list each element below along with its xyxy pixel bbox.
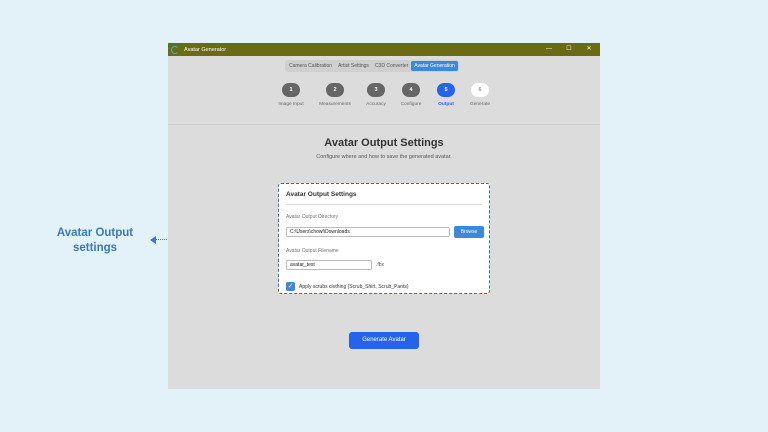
- output-filename-label: Avatar Output Filename: [286, 248, 339, 254]
- step-measurements[interactable]: 2 Measurements: [318, 83, 352, 107]
- step-label: Configure: [400, 102, 422, 107]
- app-window: Avatar Generator — ☐ ✕ Camera Calibratio…: [168, 43, 600, 389]
- annotation-label: Avatar Output settings: [52, 226, 138, 256]
- maximize-button[interactable]: ☐: [560, 43, 578, 56]
- card-divider: [286, 204, 482, 205]
- step-configure[interactable]: 4 Configure: [394, 83, 428, 107]
- app-logo-icon: [171, 45, 179, 54]
- step-number: 3: [367, 83, 385, 97]
- output-directory-label: Avatar Output Directory: [286, 214, 339, 220]
- page-subtitle: Configure where and how to save the gene…: [316, 154, 452, 160]
- step-accuracy[interactable]: 3 Accuracy: [359, 83, 393, 107]
- browse-button[interactable]: Browse: [454, 226, 484, 238]
- step-label: Accuracy: [366, 102, 386, 107]
- file-extension-label: .fbx: [376, 262, 385, 268]
- output-settings-card: Avatar Output Settings Avatar Output Dir…: [278, 183, 490, 294]
- annotation-line2: settings: [72, 242, 118, 254]
- annotation-line1: Avatar Output: [56, 227, 134, 239]
- step-number: 5: [437, 83, 455, 97]
- generate-avatar-button[interactable]: Generate Avatar: [349, 332, 419, 349]
- output-directory-input[interactable]: C:\Users\chowl\Downloads: [286, 227, 450, 237]
- minimize-button[interactable]: —: [540, 43, 558, 56]
- tab-avatar-generation[interactable]: Avatar Generation: [411, 61, 458, 71]
- close-button[interactable]: ✕: [580, 43, 598, 56]
- step-label: Output: [438, 102, 454, 107]
- output-filename-input[interactable]: avatar_test: [286, 260, 372, 270]
- tab-bar: Camera Calibration Artist Settings C3D C…: [285, 60, 459, 72]
- step-label: Measurements: [319, 102, 351, 107]
- scrubs-checkbox-label[interactable]: Apply scrubs clothing (Scrub_Shirt, Scru…: [299, 284, 409, 290]
- window-title: Avatar Generator: [184, 46, 227, 53]
- step-number: 4: [402, 83, 420, 97]
- step-number: 6: [471, 83, 489, 97]
- progress-stepper: 1 Image Input 2 Measurements 3 Accuracy …: [168, 83, 600, 115]
- tab-camera-calibration[interactable]: Camera Calibration: [286, 61, 335, 71]
- section-divider: [168, 124, 600, 125]
- step-generate[interactable]: 6 Generate: [463, 83, 497, 107]
- step-number: 1: [282, 83, 300, 97]
- annotation-arrow-icon: [150, 236, 156, 244]
- page-title: Avatar Output Settings: [324, 137, 444, 149]
- title-bar: Avatar Generator — ☐ ✕: [168, 43, 600, 56]
- tab-artist-settings[interactable]: Artist Settings: [335, 61, 372, 71]
- tab-c3d-converter[interactable]: C3D Converter: [372, 61, 411, 71]
- card-title: Avatar Output Settings: [286, 191, 357, 198]
- scrubs-checkbox[interactable]: ✓: [286, 282, 295, 291]
- step-output[interactable]: 5 Output: [429, 83, 463, 107]
- step-label: Image Input: [278, 102, 304, 107]
- step-label: Generate: [469, 102, 490, 107]
- step-image-input[interactable]: 1 Image Input: [274, 83, 308, 107]
- step-number: 2: [326, 83, 344, 97]
